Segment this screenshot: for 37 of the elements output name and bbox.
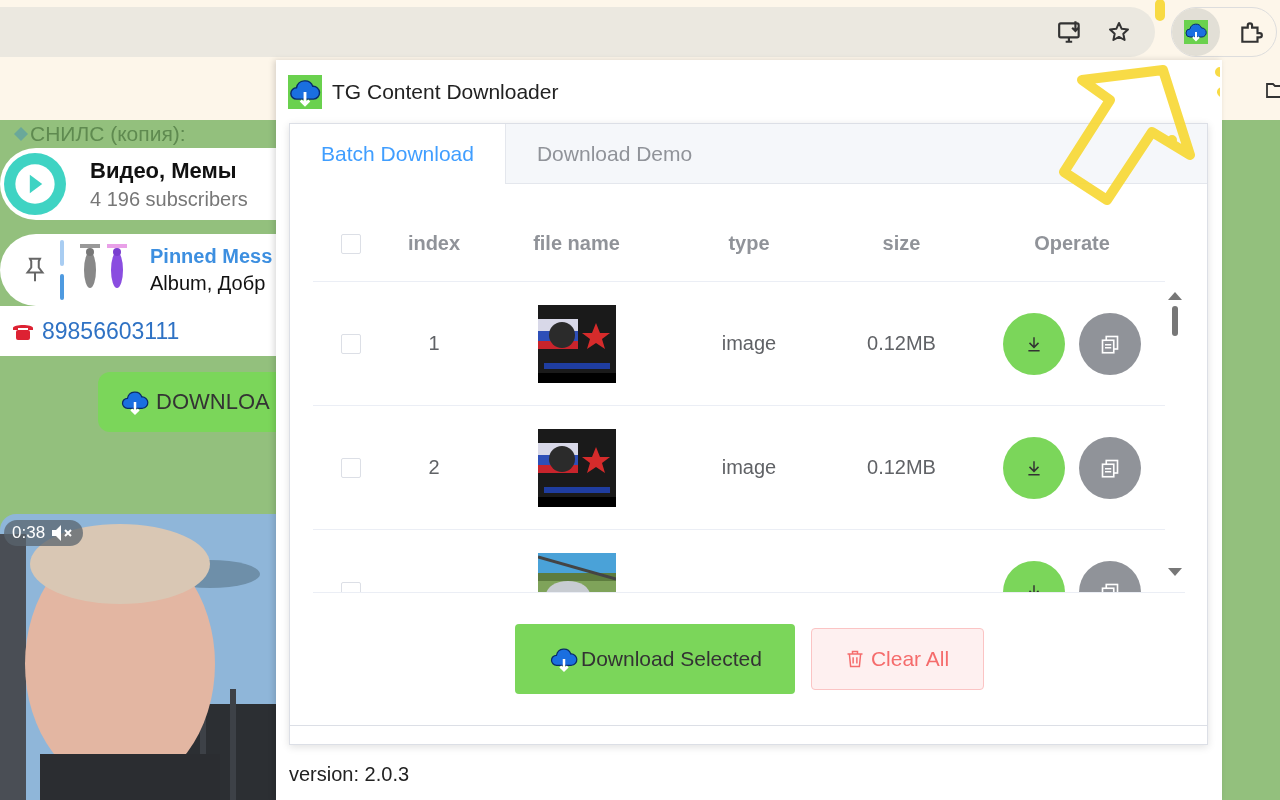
column-header: size: [881, 232, 922, 255]
table-cell-text: image: [720, 456, 778, 479]
table-cell-text: image: [720, 332, 778, 355]
table-cell-text: 0.12MB: [866, 456, 937, 479]
diamond-icon: [14, 127, 28, 141]
checkbox[interactable]: [341, 457, 361, 478]
table-cell-text: 1: [427, 332, 441, 355]
video-duration: 0:38: [12, 523, 46, 543]
subscriber-count: 4 196 subscribers: [90, 187, 248, 211]
star-icon[interactable]: [1107, 19, 1131, 44]
cloud-download-icon: [1184, 19, 1208, 44]
table-cell-text: 2: [427, 456, 441, 479]
channel-card[interactable]: Видео, Мемы 4 196 subscribers: [0, 148, 276, 220]
column-header: file name: [532, 232, 621, 255]
channel-name: Видео, Мемы: [90, 157, 238, 184]
copy-icon: [1100, 457, 1120, 478]
popup-title: TG Content Downloader: [332, 79, 559, 104]
checkbox[interactable]: [341, 233, 361, 254]
download-selected-button[interactable]: Download Selected: [514, 624, 795, 694]
column-header: Operate: [1033, 232, 1111, 255]
play-icon: [4, 153, 66, 215]
pinned-text: Album, Добр: [150, 272, 267, 295]
checkbox[interactable]: [341, 333, 361, 354]
download-icon: [1025, 334, 1043, 353]
table-cell-text: 0.12MB: [866, 332, 937, 355]
install-app-icon[interactable]: [1057, 18, 1083, 45]
pinned-title: Pinned Mess: [150, 245, 273, 268]
column-header: index: [406, 232, 462, 255]
app-logo-icon: [288, 74, 322, 109]
pin-progress-icon: [60, 240, 64, 300]
extension-button[interactable]: [1172, 7, 1220, 56]
column-header: type: [727, 232, 771, 255]
copy-icon: [1100, 333, 1120, 354]
download-button[interactable]: DOWNLOA: [98, 372, 276, 432]
version-text: version: 2.0.3: [289, 763, 411, 786]
download-icon: [1025, 458, 1043, 477]
pinned-message-bar[interactable]: Pinned Mess Album, Добр: [0, 234, 276, 306]
